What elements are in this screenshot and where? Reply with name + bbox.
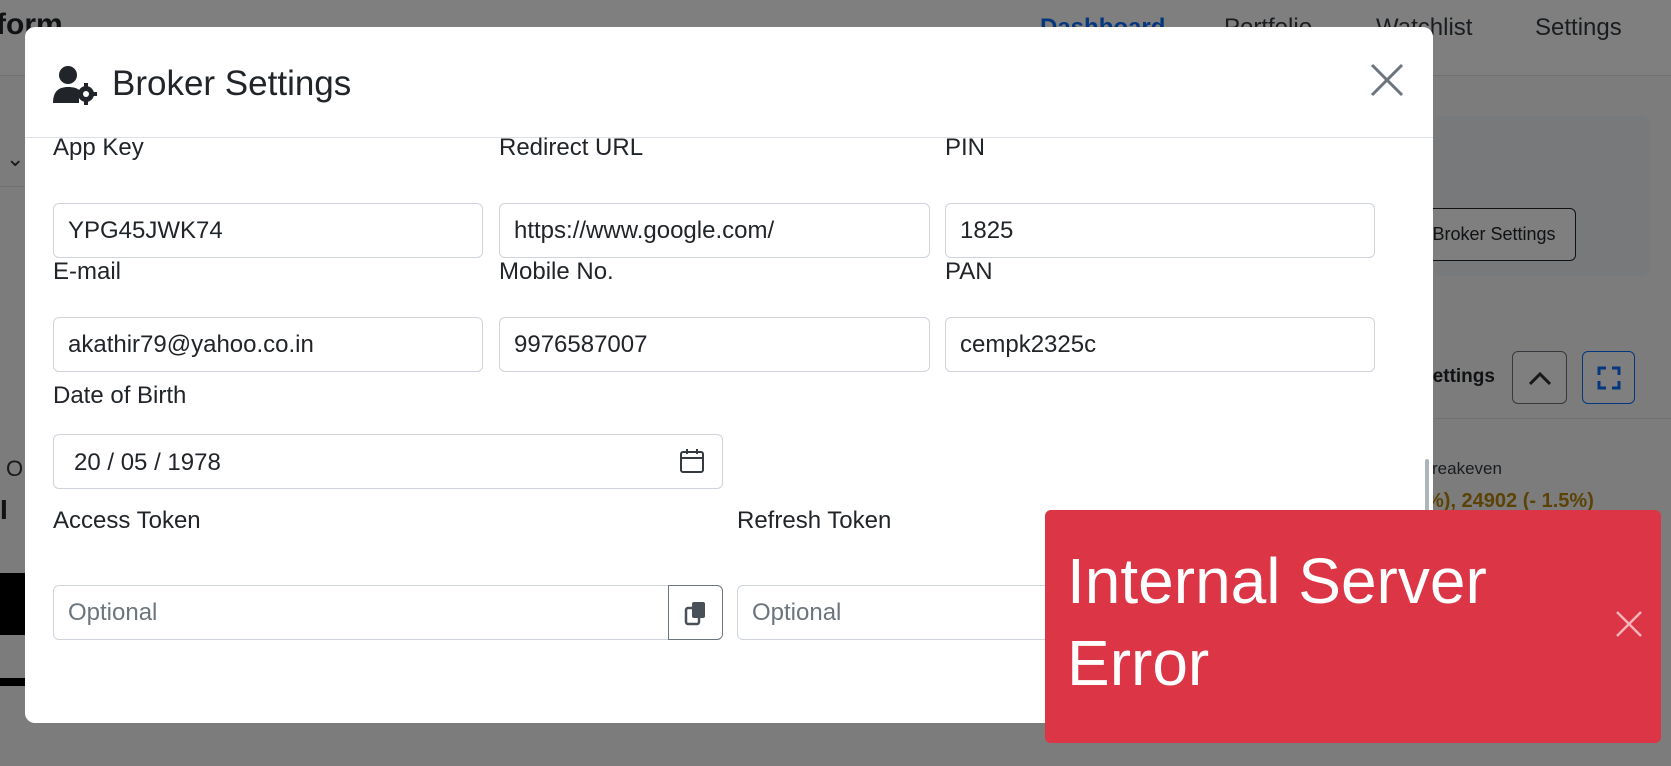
app-key-field[interactable] [53,203,483,258]
redirect-url-label: Redirect URL [499,134,644,161]
access-token-field[interactable] [53,585,669,640]
dob-value: 20 / 05 / 1978 [74,449,221,476]
access-token-label: Access Token [53,507,201,534]
dob-field[interactable]: 20 / 05 / 1978 [53,434,723,489]
pan-field[interactable] [945,317,1375,372]
pan-label: PAN [945,258,993,285]
app-key-label: App Key [53,134,144,161]
copy-icon [684,601,705,625]
modal-header: Broker Settings [25,27,1433,138]
mobile-field[interactable] [499,317,930,372]
calendar-icon[interactable] [678,447,706,475]
close-icon[interactable] [1615,610,1643,638]
mobile-label: Mobile No. [499,258,614,285]
pin-field[interactable] [945,203,1375,258]
toast-message: Internal Server Error [1067,545,1487,699]
copy-access-token-button[interactable] [668,585,723,640]
redirect-url-field[interactable] [499,203,930,258]
dob-label: Date of Birth [53,382,187,409]
pin-label: PIN [945,134,986,161]
modal-title: Broker Settings [112,64,352,103]
email-label: E-mail [53,258,122,285]
user-gear-icon [53,66,97,105]
email-field[interactable] [53,317,483,372]
close-icon[interactable] [1369,62,1405,98]
refresh-token-label: Refresh Token [737,507,892,534]
error-toast: Internal Server Error [1045,510,1661,743]
